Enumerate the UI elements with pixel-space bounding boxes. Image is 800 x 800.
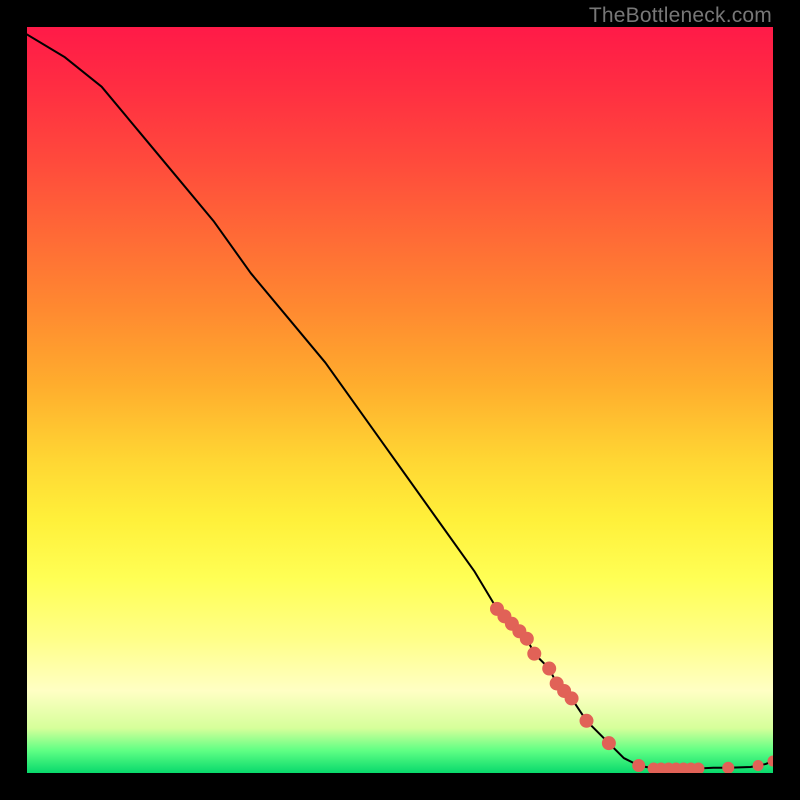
attribution-label: TheBottleneck.com (589, 4, 772, 28)
curve-marker (768, 756, 773, 766)
curve-marker (520, 632, 533, 645)
chart-svg (27, 27, 773, 773)
curve-marker (528, 647, 541, 660)
curve-marker (633, 760, 645, 772)
curve-marker (693, 763, 704, 773)
curve-marker (753, 761, 763, 771)
chart-frame (27, 27, 773, 773)
curve-marker (543, 662, 556, 675)
curve-marker (723, 762, 734, 773)
curve-marker (602, 737, 615, 750)
bottleneck-curve (27, 34, 773, 768)
curve-markers (490, 602, 773, 773)
curve-marker (565, 692, 578, 705)
curve-marker (580, 714, 593, 727)
